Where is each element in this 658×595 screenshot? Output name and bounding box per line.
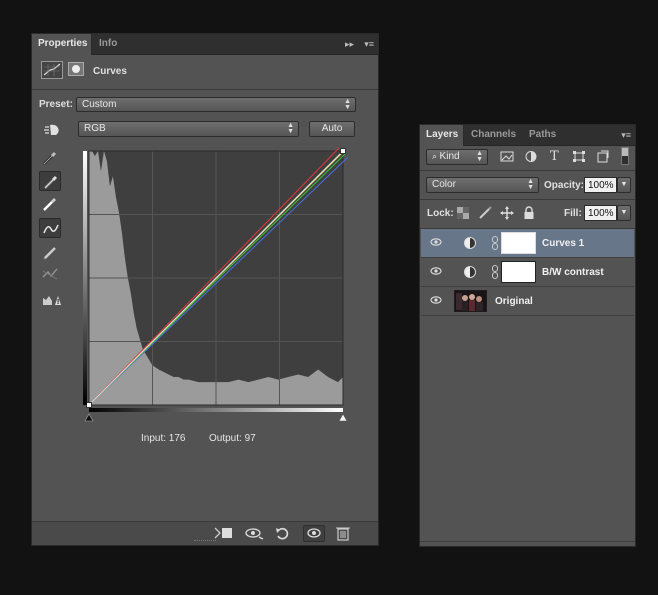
search-icon: ⌕ xyxy=(432,151,440,161)
black-point-slider xyxy=(84,413,94,422)
visibility-eye-icon[interactable] xyxy=(430,295,442,305)
resize-grip[interactable] xyxy=(194,540,216,544)
mask-link-chain-icon[interactable] xyxy=(492,265,498,279)
preset-label: Preset: xyxy=(39,99,73,110)
filter-kind-value: Kind xyxy=(439,151,460,162)
layers-tab-bar: Layers Channels Paths ▾≡ xyxy=(420,125,635,146)
tab-properties[interactable]: Properties xyxy=(32,34,92,55)
preset-value: Custom xyxy=(82,99,117,110)
clipping-warning-icon[interactable]: ! xyxy=(39,289,61,309)
tab-channels[interactable]: Channels xyxy=(465,125,522,145)
reset-icon[interactable] xyxy=(273,525,295,542)
curves-graph[interactable] xyxy=(80,146,350,423)
tab-info[interactable]: Info xyxy=(93,34,123,54)
preset-dropdown[interactable]: Custom ▲ ▼ xyxy=(76,97,356,112)
image-layer-thumbnail[interactable] xyxy=(454,290,487,312)
curves-adjustment-icon xyxy=(41,61,63,79)
adjustment-layer-filter-icon[interactable] xyxy=(524,150,538,166)
layer-mask-icon[interactable] xyxy=(68,62,84,76)
input-gradient-bar xyxy=(89,408,343,412)
curves-adjustment-layer-icon xyxy=(464,266,476,278)
filter-kind-dropdown[interactable]: ⌕ Kind ▲ ▼ xyxy=(426,149,488,165)
channel-dropdown[interactable]: RGB ▲ ▼ xyxy=(78,121,299,137)
lock-all-icon[interactable] xyxy=(523,206,535,223)
lock-label: Lock: xyxy=(427,208,454,219)
layer-name[interactable]: Original xyxy=(495,296,533,308)
curves-svg[interactable] xyxy=(80,146,350,423)
panel-menu-icon[interactable]: ▾≡ xyxy=(364,37,374,51)
properties-tab-bar: Properties Info ▸▸ ▾≡ xyxy=(32,34,378,55)
shape-layer-filter-icon[interactable] xyxy=(572,150,586,166)
dropdown-arrows-icon: ▲ ▼ xyxy=(527,178,534,191)
output-gradient-bar xyxy=(83,151,87,405)
layers-footer xyxy=(420,541,635,546)
output-readout: Output: 97 xyxy=(209,433,256,444)
curve-control-point xyxy=(86,402,92,408)
curves-adjustment-layer-icon xyxy=(464,237,476,249)
properties-footer xyxy=(32,521,378,545)
layer-row-bw-contrast[interactable]: B/W contrast xyxy=(421,258,634,287)
black-point-eyedropper-icon[interactable] xyxy=(39,148,61,168)
header-divider xyxy=(32,89,378,90)
fill-label: Fill: xyxy=(564,208,582,219)
clip-to-layer-icon[interactable] xyxy=(213,525,235,542)
tab-layers[interactable]: Layers xyxy=(420,125,464,146)
input-readout: Input: 176 xyxy=(141,433,186,444)
blend-mode-value: Color xyxy=(432,179,456,190)
layer-row-curves-1[interactable]: Curves 1 xyxy=(421,229,634,258)
layer-mask-thumbnail[interactable] xyxy=(501,261,536,283)
opacity-label: Opacity: xyxy=(544,180,585,191)
dropdown-arrows-icon: ▲ ▼ xyxy=(476,150,483,163)
opacity-divider xyxy=(420,199,635,200)
blend-mode-dropdown[interactable]: Color ▲ ▼ xyxy=(426,177,539,193)
layer-name[interactable]: Curves 1 xyxy=(542,238,584,250)
type-layer-filter-icon[interactable]: T xyxy=(550,149,559,164)
properties-panel: Properties Info ▸▸ ▾≡ Curves Preset: Cus… xyxy=(31,33,379,546)
mask-link-chain-icon[interactable] xyxy=(492,236,498,250)
curve-control-point xyxy=(340,148,346,154)
visibility-eye-icon[interactable] xyxy=(303,525,325,542)
layers-panel: Layers Channels Paths ▾≡ ⌕ Kind ▲ ▼ T Col… xyxy=(419,124,636,547)
svg-text:!: ! xyxy=(57,298,60,306)
targeted-adjustment-hand-icon[interactable] xyxy=(41,121,63,139)
toggle-previous-state-icon[interactable] xyxy=(243,525,265,542)
layer-name[interactable]: B/W contrast xyxy=(542,267,604,279)
dropdown-arrows-icon: ▲ ▼ xyxy=(287,122,294,135)
trash-icon[interactable] xyxy=(333,525,355,542)
filter-toggle-switch[interactable] xyxy=(621,147,629,165)
filter-divider xyxy=(420,170,635,171)
visibility-eye-icon[interactable] xyxy=(430,237,442,247)
lock-position-icon[interactable] xyxy=(500,206,514,223)
opacity-slider-toggle[interactable]: ▼ xyxy=(617,177,631,193)
smooth-curve-icon[interactable] xyxy=(39,264,61,284)
channel-value: RGB xyxy=(84,123,106,134)
layer-mask-thumbnail[interactable] xyxy=(501,232,536,254)
pixel-layer-filter-icon[interactable] xyxy=(500,150,514,166)
layers-panel-menu-icon[interactable]: ▾≡ xyxy=(621,128,631,142)
auto-button[interactable]: Auto xyxy=(309,121,355,137)
white-point-slider xyxy=(338,413,348,422)
white-point-eyedropper-icon[interactable] xyxy=(39,194,61,214)
gray-point-eyedropper-icon[interactable] xyxy=(39,171,61,191)
collapse-panel-icon[interactable]: ▸▸ xyxy=(345,37,354,51)
opacity-field[interactable]: 100% xyxy=(584,177,617,193)
pencil-icon[interactable] xyxy=(39,242,61,262)
fill-field[interactable]: 100% xyxy=(584,205,617,221)
smart-object-filter-icon[interactable] xyxy=(596,150,610,166)
lock-transparent-pixels-icon[interactable] xyxy=(457,207,469,222)
lock-image-pixels-icon[interactable] xyxy=(478,206,492,223)
dropdown-arrows-icon: ▲ ▼ xyxy=(344,98,351,111)
visibility-eye-icon[interactable] xyxy=(430,266,442,276)
fill-slider-toggle[interactable]: ▼ xyxy=(617,205,631,221)
curve-points-icon[interactable] xyxy=(39,218,61,238)
layer-row-original[interactable]: Original xyxy=(421,287,634,316)
properties-title: Curves xyxy=(93,66,127,77)
tab-paths[interactable]: Paths xyxy=(523,125,562,145)
